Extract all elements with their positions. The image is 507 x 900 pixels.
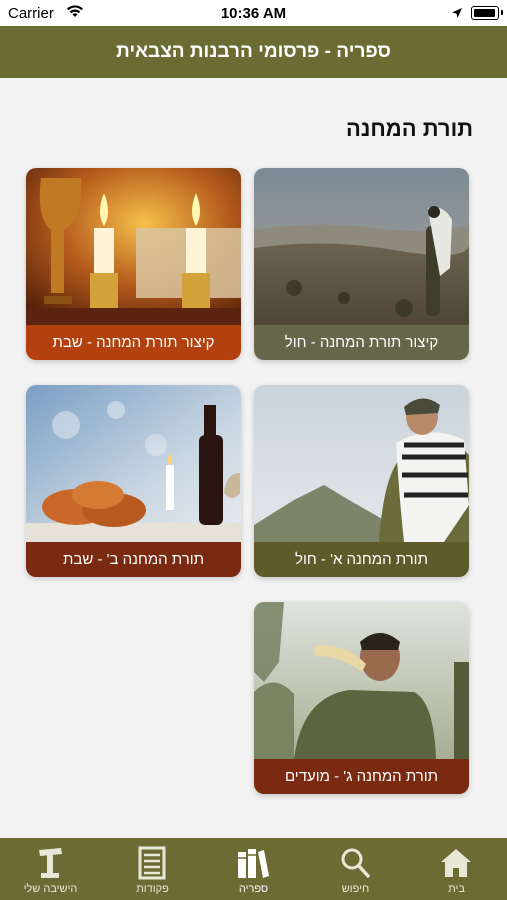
home-icon	[439, 846, 473, 880]
book-card-kitzur-shabbat[interactable]: קיצור תורת המחנה - שבת	[26, 168, 241, 360]
tab-orders[interactable]: פקודות	[102, 838, 203, 900]
book-cover-shofar	[254, 602, 469, 759]
tab-library[interactable]: ספריה	[203, 838, 304, 900]
status-bar: Carrier 10:36 AM	[0, 0, 507, 26]
lectern-icon	[33, 846, 67, 880]
book-card-aleph-chol[interactable]: תורת המחנה א' - חול	[254, 385, 469, 577]
book-card-kitzur-chol[interactable]: קיצור תורת המחנה - חול	[254, 168, 469, 360]
tab-bar: בית חיפוש ספריה פקודות הישיבה שלי	[0, 838, 507, 900]
section-title: תורת המחנה	[346, 116, 473, 141]
battery-icon	[471, 6, 503, 20]
tab-label: חיפוש	[341, 883, 370, 895]
tab-label: פקודות	[136, 883, 169, 895]
tab-label: הישיבה שלי	[23, 883, 78, 895]
book-cover-soldier-tallit	[254, 385, 469, 542]
library-content[interactable]: תורת המחנה קיצור תורת המחנה - חול קיצור …	[0, 78, 507, 838]
book-cover-challah-wine	[26, 385, 241, 542]
nav-bar: ספריה - פרסומי הרבנות הצבאית	[0, 26, 507, 78]
tab-search[interactable]: חיפוש	[305, 838, 406, 900]
book-card-label: תורת המחנה א' - חול	[254, 542, 469, 577]
book-card-label: קיצור תורת המחנה - שבת	[26, 325, 241, 360]
book-card-gimel-moadim[interactable]: תורת המחנה ג' - מועדים	[254, 602, 469, 794]
book-cover-soldier-field	[254, 168, 469, 325]
location-arrow-icon	[451, 6, 463, 23]
tab-my-yeshiva[interactable]: הישיבה שלי	[0, 838, 101, 900]
book-cover-shabbat-candles	[26, 168, 241, 325]
tab-label: ספריה	[238, 883, 269, 895]
book-card-label: תורת המחנה ב' - שבת	[26, 542, 241, 577]
book-card-bet-shabbat[interactable]: תורת המחנה ב' - שבת	[26, 385, 241, 577]
status-time: 10:36 AM	[220, 5, 287, 22]
nav-title: ספריה - פרסומי הרבנות הצבאית	[116, 41, 391, 62]
orders-icon	[135, 846, 169, 880]
book-card-label: תורת המחנה ג' - מועדים	[254, 759, 469, 794]
search-icon	[338, 846, 372, 880]
book-card-label: קיצור תורת המחנה - חול	[254, 325, 469, 360]
tab-home[interactable]: בית	[406, 838, 507, 900]
books-icon	[236, 846, 270, 880]
tab-label: בית	[448, 883, 465, 895]
